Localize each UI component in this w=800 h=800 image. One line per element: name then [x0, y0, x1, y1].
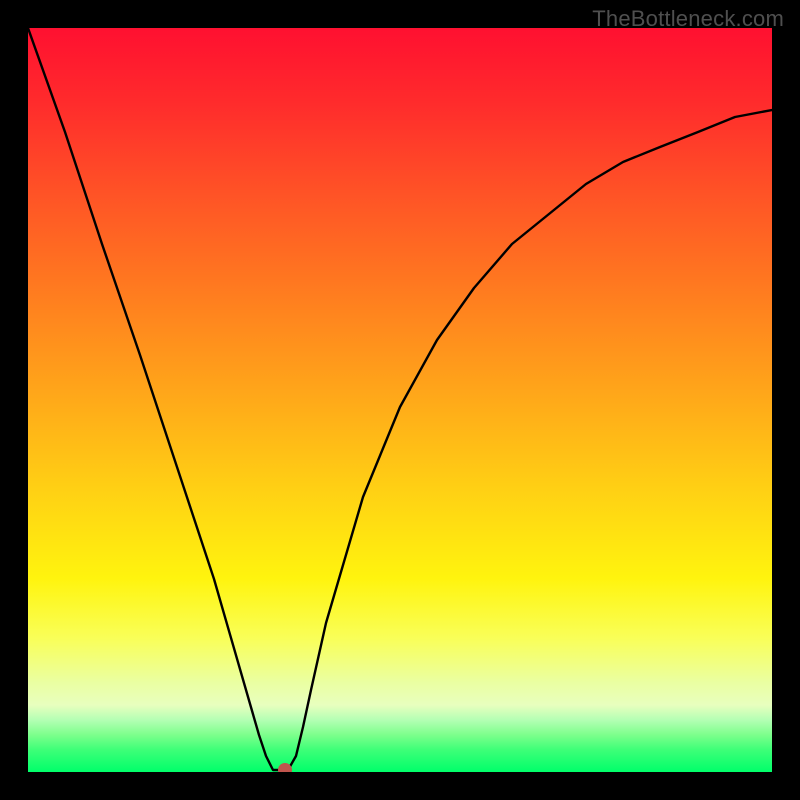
watermark-text: TheBottleneck.com [592, 6, 784, 32]
curve-path [28, 28, 772, 770]
plot-area [28, 28, 772, 772]
chart-stage: TheBottleneck.com [0, 0, 800, 800]
bottleneck-curve [28, 28, 772, 772]
